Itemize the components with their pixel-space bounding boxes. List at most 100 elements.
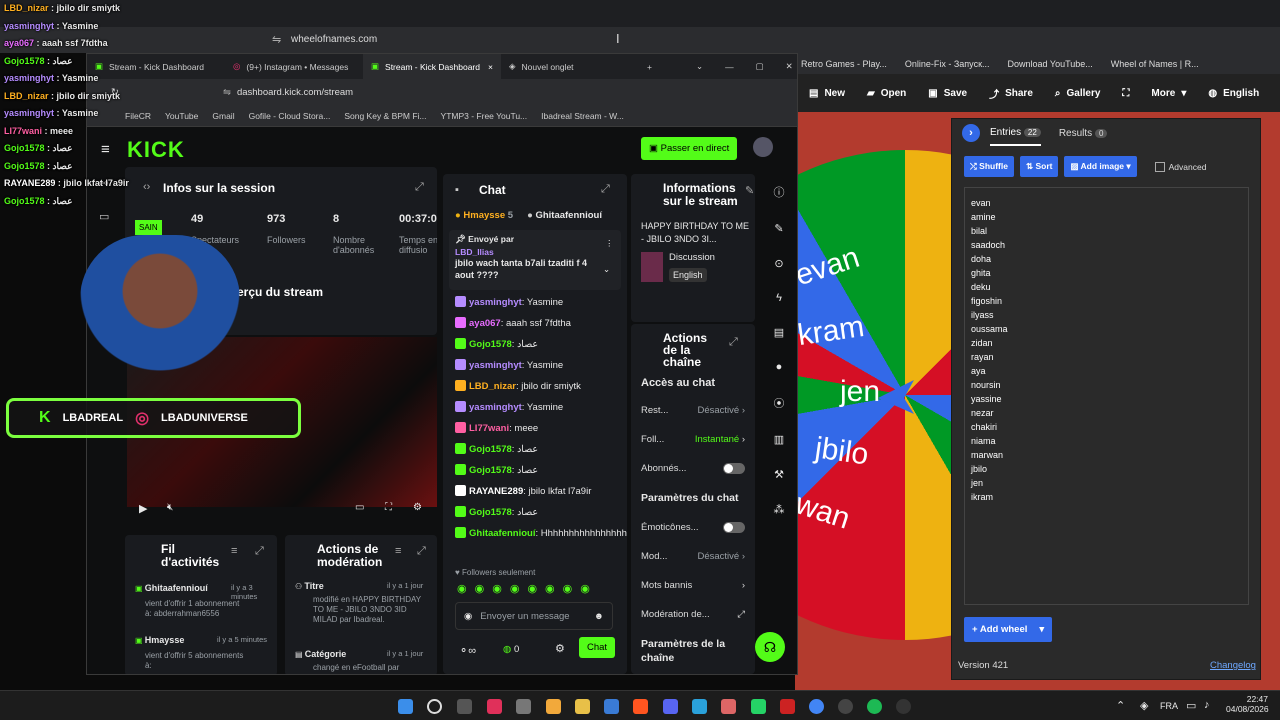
chat-username[interactable]: Ghitaafenniouí <box>469 528 536 539</box>
chat-input[interactable]: ◉ Envoyer un message ☻ <box>455 602 613 630</box>
bookmark[interactable]: Wheel of Names | R... <box>1111 59 1199 69</box>
tab-results[interactable]: Results 0 <box>1059 128 1108 139</box>
bookmark[interactable]: Song Key & BPM Fi... <box>344 111 426 121</box>
bolt-icon[interactable]: ϟ <box>776 292 782 304</box>
close-window-icon[interactable]: ✕ <box>786 61 793 72</box>
maximize-icon[interactable]: ▢ <box>756 61 764 72</box>
task-view-icon[interactable] <box>457 699 472 714</box>
infinity-icon[interactable]: ⚬∞ <box>459 644 476 657</box>
document-icon[interactable]: ▤ <box>774 326 784 339</box>
bookmark[interactable]: Online-Fix - Запуск... <box>905 59 990 69</box>
wrench-icon[interactable]: ⚒ <box>774 468 784 481</box>
layout-icon[interactable]: ▥ <box>774 433 784 446</box>
bookmark[interactable]: YTMP3 - Free YouTu... <box>441 111 528 121</box>
discord-icon[interactable] <box>663 699 678 714</box>
avatar[interactable] <box>753 137 773 157</box>
expand-icon[interactable]: ⤢ <box>255 545 264 558</box>
expand-icon[interactable]: ⤢ <box>729 336 738 349</box>
setting-emotes[interactable]: Émoticônes... <box>631 513 755 542</box>
edit-icon[interactable]: ✎ <box>745 184 754 197</box>
broadcast-icon[interactable]: ⦿ <box>774 395 785 411</box>
back-address-bar[interactable]: ⇋ wheelofnames.com I <box>0 27 1280 53</box>
emote-icon[interactable]: ◉ <box>475 582 485 595</box>
app-icon[interactable] <box>721 699 736 714</box>
toggle[interactable] <box>723 522 745 533</box>
chevron-down-icon[interactable]: ⌄ <box>603 264 610 275</box>
bookmark[interactable]: Gofile - Cloud Stora... <box>249 111 331 121</box>
add-image-button[interactable]: ▨ Add image ▾ <box>1064 156 1137 177</box>
app-icon[interactable] <box>780 699 795 714</box>
setting-moderation[interactable]: Modération de... ⤢ <box>631 600 755 629</box>
mute-icon[interactable]: 🔇︎ <box>167 502 173 513</box>
chat-username[interactable]: Gojo1578 <box>469 339 512 350</box>
file-explorer-icon[interactable] <box>575 699 590 714</box>
wifi-icon[interactable]: ◈ <box>1140 699 1148 712</box>
chat-username[interactable]: yasminghyt <box>469 297 522 308</box>
language-button[interactable]: ◍ English <box>1208 88 1259 99</box>
network-icon[interactable]: ▭ <box>1186 699 1196 712</box>
bookmark[interactable]: Gmail <box>212 111 234 121</box>
chevron-up-icon[interactable]: ⌃ <box>1116 699 1125 712</box>
emote-icon[interactable]: ◉ <box>545 582 555 595</box>
emote-icon[interactable]: ◉ <box>492 582 502 595</box>
setting-followers[interactable]: Foll... Instantané › <box>631 425 755 454</box>
tiktok-icon[interactable] <box>487 699 502 714</box>
chat-username[interactable]: LI77wani <box>469 423 509 434</box>
screen-icon[interactable]: ▭ <box>99 210 109 223</box>
save-button[interactable]: ▣ Save <box>928 88 967 99</box>
bookmark[interactable]: Retro Games - Play... <box>801 59 887 69</box>
chat-username[interactable]: Gojo1578 <box>469 507 512 518</box>
emote-icon[interactable]: ◉ <box>563 582 573 595</box>
telegram-icon[interactable] <box>692 699 707 714</box>
collapse-panel-icon[interactable]: › <box>962 124 980 142</box>
close-icon[interactable]: × <box>488 62 493 72</box>
volume-icon[interactable]: ♪ <box>1204 699 1210 711</box>
media-icon[interactable] <box>896 699 911 714</box>
more-icon[interactable]: ⋮ <box>605 238 614 249</box>
chat-username[interactable]: yasminghyt <box>469 360 522 371</box>
expand-icon[interactable]: ⤢ <box>601 183 610 196</box>
headset-icon[interactable]: ☊ <box>755 632 785 662</box>
front-url[interactable]: dashboard.kick.com/stream <box>237 87 353 98</box>
pip-icon[interactable]: ▭ <box>355 502 364 513</box>
chat-send-button[interactable]: Chat <box>579 637 616 658</box>
settings-icon[interactable]: ⚙ <box>555 642 565 655</box>
chat-username[interactable]: LBD_nizar <box>469 381 516 392</box>
app-icon[interactable] <box>604 699 619 714</box>
back-url[interactable]: wheelofnames.com <box>291 34 377 45</box>
obs-icon[interactable] <box>838 699 853 714</box>
emote-icon[interactable]: ◉ <box>580 582 590 595</box>
emote-bar[interactable]: ◉ ◉ ◉ ◉ ◉ ◉ ◉ ◉ <box>457 582 590 595</box>
more-button[interactable]: More ▾ <box>1151 88 1186 99</box>
setting-banned-words[interactable]: Mots bannis › <box>631 571 755 600</box>
tab-instagram[interactable]: ◎ (9+) Instagram • Messages <box>225 54 363 79</box>
share-nodes-icon[interactable]: ⁂ <box>774 503 785 516</box>
gallery-button[interactable]: ⌕ Gallery <box>1055 88 1101 99</box>
language-indicator[interactable]: FRA <box>1160 701 1178 711</box>
app-icon[interactable] <box>546 699 561 714</box>
share-button[interactable]: ⤴ Share <box>989 86 1033 101</box>
settings-icon[interactable] <box>516 699 531 714</box>
setting-mod[interactable]: Mod... Désactivé › <box>631 542 755 571</box>
changelog-link[interactable]: Changelog <box>1210 660 1256 671</box>
setting-restriction[interactable]: Rest... Désactivé › <box>631 396 755 425</box>
chat-username[interactable]: Gojo1578 <box>469 444 512 455</box>
settings-icon[interactable]: ⚙ <box>413 502 422 513</box>
toggle[interactable] <box>723 463 745 474</box>
search-icon[interactable] <box>427 699 442 714</box>
shuffle-button[interactable]: ⤮ Shuffle <box>964 156 1014 177</box>
fullscreen-button[interactable]: ⛶ <box>1122 88 1129 99</box>
brave-icon[interactable] <box>633 699 648 714</box>
chat-bubble-icon[interactable]: ● <box>776 361 783 373</box>
spotify-icon[interactable] <box>867 699 882 714</box>
add-wheel-button[interactable]: + Add wheel ▾ <box>964 617 1053 642</box>
chat-username[interactable]: aya067 <box>469 318 501 329</box>
entries-textarea[interactable]: evan amine bilal saadoch doha ghita deku figosh… <box>964 187 1249 605</box>
clock[interactable]: 22:47 04/08/2026 <box>1226 694 1269 714</box>
target-icon[interactable]: ⊙ <box>774 257 783 270</box>
tab-kick-2[interactable]: ▣ Stream - Kick Dashboard × <box>363 54 501 79</box>
windows-start-icon[interactable] <box>398 699 413 714</box>
chat-username[interactable]: yasminghyt <box>469 402 522 413</box>
setting-subscribers[interactable]: Abonnés... <box>631 454 755 483</box>
play-icon[interactable]: ▶ <box>139 502 147 515</box>
